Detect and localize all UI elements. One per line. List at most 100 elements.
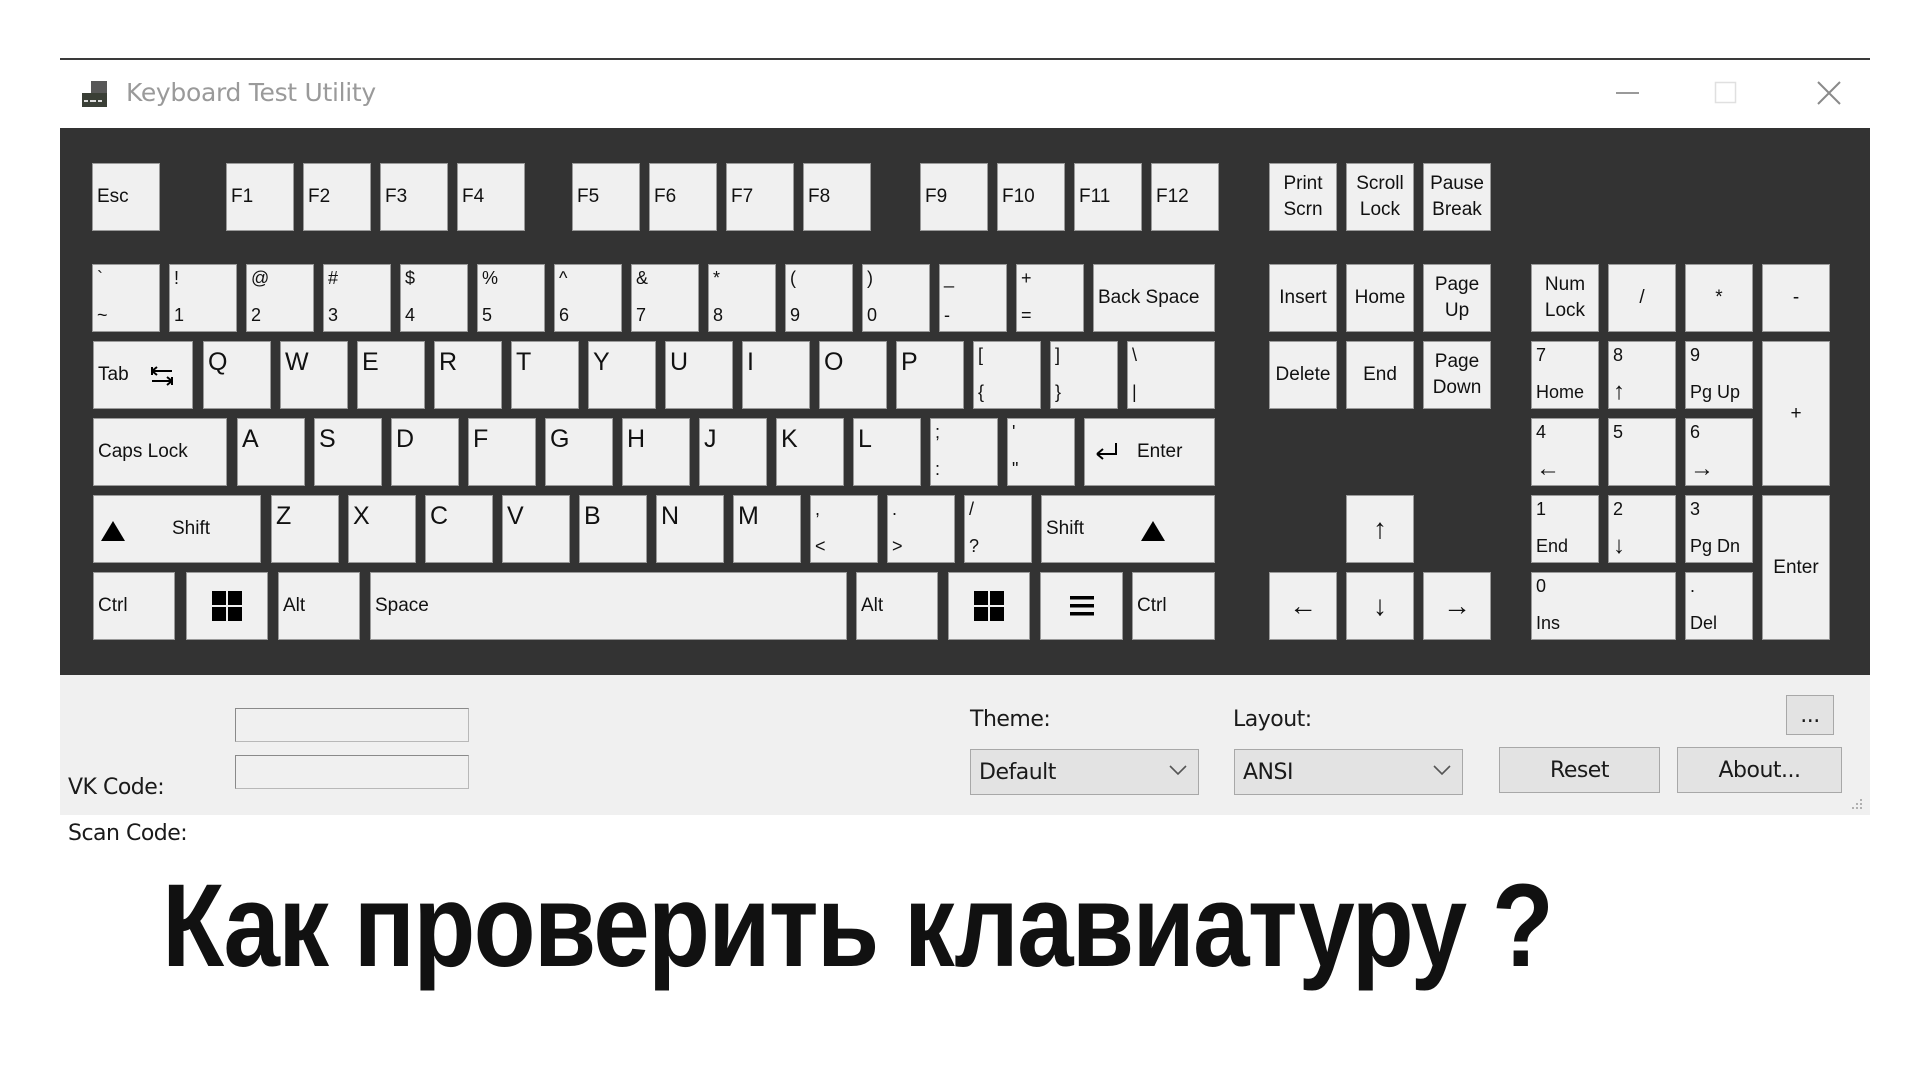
key-f4[interactable]: F4	[457, 163, 525, 231]
key-right-alt[interactable]: Alt	[856, 572, 938, 640]
key-f1[interactable]: F1	[226, 163, 294, 231]
key-np5[interactable]: 5	[1608, 418, 1676, 486]
key-page-down[interactable]: Page Down	[1423, 341, 1491, 409]
key-num-add[interactable]: +	[1762, 341, 1830, 486]
key-w[interactable]: W	[280, 341, 348, 409]
key-npdot[interactable]: . Del	[1685, 572, 1753, 640]
key-np1[interactable]: 1 End	[1531, 495, 1599, 563]
key-minus[interactable]: _ -	[939, 264, 1007, 332]
key-caps-lock[interactable]: Caps Lock	[93, 418, 227, 486]
key-g[interactable]: G	[545, 418, 613, 486]
key-h[interactable]: H	[622, 418, 690, 486]
key-num-multiply[interactable]: *	[1685, 264, 1753, 332]
key-end[interactable]: End	[1346, 341, 1414, 409]
key-f10[interactable]: F10	[997, 163, 1065, 231]
close-button[interactable]	[1806, 70, 1852, 116]
key-y[interactable]: Y	[588, 341, 656, 409]
key-q[interactable]: Q	[203, 341, 271, 409]
key-p[interactable]: P	[896, 341, 964, 409]
key-0[interactable]: ) 0	[862, 264, 930, 332]
key-right-win[interactable]	[948, 572, 1030, 640]
key-f3[interactable]: F3	[380, 163, 448, 231]
key-insert[interactable]: Insert	[1269, 264, 1337, 332]
key-n[interactable]: N	[656, 495, 724, 563]
key-tab[interactable]: Tab	[93, 341, 193, 409]
key-lbracket[interactable]: [{	[973, 341, 1041, 409]
key-pause-break[interactable]: Pause Break	[1423, 163, 1491, 231]
key-x[interactable]: X	[348, 495, 416, 563]
key-comma[interactable]: , <	[810, 495, 878, 563]
key-5[interactable]: % 5	[477, 264, 545, 332]
key-print-scrn[interactable]: Print Scrn	[1269, 163, 1337, 231]
key-v[interactable]: V	[502, 495, 570, 563]
about-button[interactable]: About...	[1677, 747, 1842, 793]
key-j[interactable]: J	[699, 418, 767, 486]
key-left-shift[interactable]: Shift	[93, 495, 261, 563]
key-right-shift[interactable]: Shift	[1041, 495, 1215, 563]
key-f11[interactable]: F11	[1074, 163, 1142, 231]
resize-grip-icon[interactable]	[1850, 797, 1864, 811]
key-left-alt[interactable]: Alt	[278, 572, 360, 640]
key-l[interactable]: L	[853, 418, 921, 486]
key-page-up[interactable]: Page Up	[1423, 264, 1491, 332]
key-slash[interactable]: /?	[964, 495, 1032, 563]
key-d[interactable]: D	[391, 418, 459, 486]
key-quote[interactable]: ' "	[1007, 418, 1075, 486]
key-e[interactable]: E	[357, 341, 425, 409]
key-num-lock[interactable]: Num Lock	[1531, 264, 1599, 332]
key-num-subtract[interactable]: -	[1762, 264, 1830, 332]
key-t[interactable]: T	[511, 341, 579, 409]
key-k[interactable]: K	[776, 418, 844, 486]
key-z[interactable]: Z	[271, 495, 339, 563]
key-np9[interactable]: 9 Pg Up	[1685, 341, 1753, 409]
reset-button[interactable]: Reset	[1499, 747, 1660, 793]
key-o[interactable]: O	[819, 341, 887, 409]
key-4[interactable]: $4	[400, 264, 468, 332]
key-f[interactable]: F	[468, 418, 536, 486]
key-9[interactable]: (9	[785, 264, 853, 332]
key-arrow-up[interactable]: ↑	[1346, 495, 1414, 563]
key-7[interactable]: & 7	[631, 264, 699, 332]
key-6[interactable]: ^ 6	[554, 264, 622, 332]
more-options-button[interactable]: ...	[1786, 695, 1834, 735]
key-8[interactable]: * 8	[708, 264, 776, 332]
minimize-button[interactable]	[1605, 70, 1651, 116]
key-backslash[interactable]: \ |	[1127, 341, 1215, 409]
key-enter[interactable]: Enter	[1084, 418, 1215, 486]
key-f8[interactable]: F8	[803, 163, 871, 231]
key-rbracket[interactable]: ]}	[1050, 341, 1118, 409]
key-r[interactable]: R	[434, 341, 502, 409]
key-menu[interactable]	[1040, 572, 1123, 640]
key-num-enter[interactable]: Enter	[1762, 495, 1830, 640]
key-np2[interactable]: 2 ↓	[1608, 495, 1676, 563]
key-2[interactable]: @2	[246, 264, 314, 332]
key-3[interactable]: #3	[323, 264, 391, 332]
key-left-win[interactable]	[186, 572, 268, 640]
key-num-divide[interactable]: /	[1608, 264, 1676, 332]
theme-dropdown[interactable]: Default	[970, 749, 1199, 795]
key-s[interactable]: S	[314, 418, 382, 486]
key-esc[interactable]: Esc	[92, 163, 160, 231]
key-left-ctrl[interactable]: Ctrl	[93, 572, 175, 640]
key-f2[interactable]: F2	[303, 163, 371, 231]
key-m[interactable]: M	[733, 495, 801, 563]
key-home[interactable]: Home	[1346, 264, 1414, 332]
key-np7[interactable]: 7 Home	[1531, 341, 1599, 409]
scan-code-field[interactable]	[235, 755, 469, 789]
key-scroll-lock[interactable]: Scroll Lock	[1346, 163, 1414, 231]
key-np3[interactable]: 3 Pg Dn	[1685, 495, 1753, 563]
maximize-button[interactable]	[1703, 70, 1749, 116]
key-right-ctrl[interactable]: Ctrl	[1132, 572, 1215, 640]
key-f6[interactable]: F6	[649, 163, 717, 231]
key-space[interactable]: Space	[370, 572, 847, 640]
key-arrow-left[interactable]: ←	[1269, 572, 1337, 640]
key-f7[interactable]: F7	[726, 163, 794, 231]
key-f9[interactable]: F9	[920, 163, 988, 231]
key-period[interactable]: . >	[887, 495, 955, 563]
key-f12[interactable]: F12	[1151, 163, 1219, 231]
key-backspace[interactable]: Back Space	[1093, 264, 1215, 332]
key-a[interactable]: A	[237, 418, 305, 486]
key-semicolon[interactable]: ;:	[930, 418, 998, 486]
key-arrow-down[interactable]: ↓	[1346, 572, 1414, 640]
key-backtick[interactable]: ` ~	[92, 264, 160, 332]
